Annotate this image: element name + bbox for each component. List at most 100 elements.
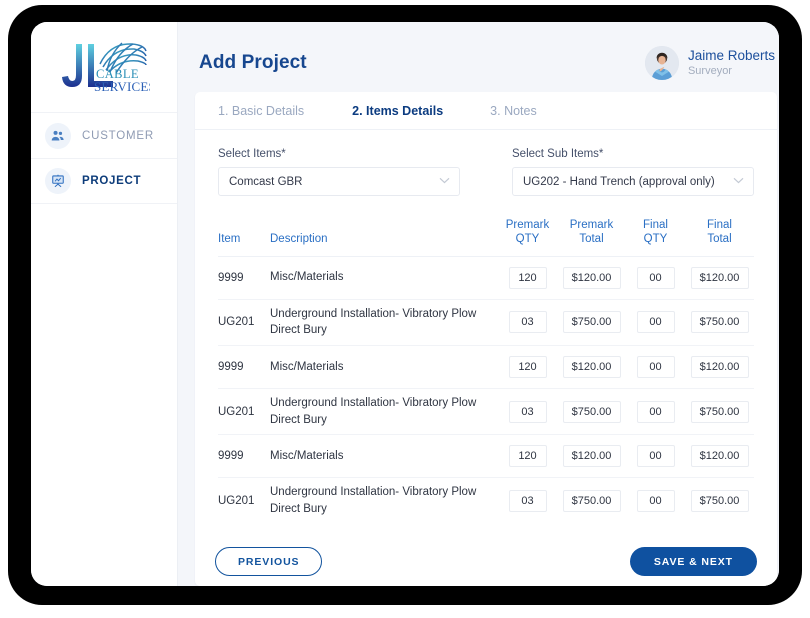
final-total-input[interactable]	[690, 356, 749, 379]
select-sub-items-label: Select Sub Items*	[512, 148, 604, 160]
final-total-input[interactable]	[690, 490, 749, 513]
final-total-input[interactable]	[690, 311, 749, 334]
table-row: 9999 Misc/Materials	[218, 257, 754, 300]
select-items-dropdown[interactable]: Comcast GBR	[218, 167, 460, 196]
table-body: 9999 Misc/Materials UG201 Underground Insta…	[218, 257, 754, 524]
column-header-item: Item	[218, 233, 241, 246]
cell-premark-qty	[498, 445, 557, 468]
cell-premark-qty	[498, 400, 557, 423]
cell-premark-total	[557, 400, 626, 423]
cell-description: Underground Installation- Vibratory Plow…	[270, 307, 477, 337]
premark-qty-input[interactable]	[508, 311, 547, 334]
column-header-premark-qty-line2: QTY	[515, 233, 540, 246]
cell-description: Misc/Materials	[270, 360, 344, 373]
select-sub-items-field: Select Sub Items* UG202 - Hand Trench (a…	[512, 148, 754, 196]
premark-qty-input[interactable]	[508, 266, 547, 289]
final-total-input[interactable]	[690, 266, 749, 289]
cell-item: 9999	[218, 361, 244, 374]
cell-final-total	[685, 445, 754, 468]
cell-description: Misc/Materials	[270, 271, 344, 284]
premark-qty-input[interactable]	[508, 445, 547, 468]
add-project-card: 1. Basic Details 2. Items Details 3. Not…	[195, 92, 777, 586]
cell-premark-qty	[498, 490, 557, 513]
cell-final-qty	[626, 266, 685, 289]
card-footer: PREVIOUS SAVE & NEXT	[195, 524, 777, 584]
chevron-down-icon	[733, 177, 744, 187]
cell-item: UG201	[218, 405, 255, 418]
user-profile[interactable]: Jaime Roberts Surveyor	[644, 46, 775, 80]
cell-description: Misc/Materials	[270, 450, 344, 463]
table-header-row: Item Description Premark QTY Premark Tot…	[218, 202, 754, 257]
app-screen: CABLE SERVICES CUSTOMER PROJECT Add Proj…	[31, 22, 779, 586]
cell-description: Underground Installation- Vibratory Plow…	[270, 397, 477, 426]
cell-final-total	[685, 311, 754, 334]
cell-final-qty	[626, 445, 685, 468]
sidebar-item-label: CUSTOMER	[82, 129, 154, 142]
user-role: Surveyor	[687, 64, 732, 77]
premark-total-input[interactable]	[562, 266, 621, 289]
column-header-premark-total-line1: Premark	[569, 219, 614, 231]
select-sub-items-value: UG202 - Hand Trench (approval only)	[523, 175, 715, 188]
column-header-final-total: Final Total	[685, 218, 754, 247]
premark-qty-input[interactable]	[508, 490, 547, 513]
sidebar: CABLE SERVICES CUSTOMER PROJECT	[31, 22, 178, 586]
previous-button[interactable]: PREVIOUS	[215, 547, 323, 577]
select-items-label: Select Items*	[218, 148, 286, 160]
brand-logo[interactable]: CABLE SERVICES	[31, 22, 177, 112]
table-row: UG201 Underground Installation- Vibratory…	[218, 478, 754, 523]
premark-total-input[interactable]	[562, 400, 621, 423]
users-icon	[45, 122, 71, 149]
items-table: Item Description Premark QTY Premark Tot…	[195, 202, 777, 524]
table-row: 9999 Misc/Materials	[218, 435, 754, 479]
cell-final-qty	[626, 311, 685, 334]
main-content: Add Project Jaime Roberts Surveyor 1. Ba…	[178, 22, 779, 586]
final-qty-input[interactable]	[636, 311, 675, 334]
final-qty-input[interactable]	[636, 400, 675, 423]
premark-qty-input[interactable]	[508, 400, 547, 423]
tab-basic-details[interactable]: 1. Basic Details	[218, 104, 304, 118]
final-qty-input[interactable]	[636, 356, 675, 379]
user-name: Jaime Roberts	[687, 47, 775, 63]
sidebar-item-customer[interactable]: CUSTOMER	[31, 112, 177, 158]
topbar: Add Project Jaime Roberts Surveyor	[195, 34, 777, 92]
cell-final-total	[685, 490, 754, 513]
cell-premark-total	[557, 266, 626, 289]
column-header-description: Description	[270, 233, 328, 246]
cell-premark-total	[557, 490, 626, 513]
cell-final-total	[685, 356, 754, 379]
select-sub-items-dropdown[interactable]: UG202 - Hand Trench (approval only)	[512, 167, 754, 196]
final-qty-input[interactable]	[636, 490, 675, 513]
column-header-final-total-line1: Final	[707, 219, 732, 231]
cell-description: Underground Installation- Vibratory Plow…	[270, 486, 477, 516]
page-title: Add Project	[199, 52, 307, 73]
column-header-premark-qty-line1: Premark	[505, 219, 550, 231]
premark-total-input[interactable]	[562, 356, 621, 379]
sidebar-item-project[interactable]: PROJECT	[31, 158, 177, 204]
cell-premark-qty	[498, 311, 557, 334]
final-qty-input[interactable]	[636, 266, 675, 289]
column-header-premark-total: Premark Total	[557, 218, 626, 247]
final-total-input[interactable]	[690, 445, 749, 468]
cell-item: UG201	[218, 316, 255, 329]
cell-premark-total	[557, 356, 626, 379]
cell-item: 9999	[218, 450, 244, 463]
tab-notes[interactable]: 3. Notes	[490, 104, 537, 118]
cell-final-qty	[626, 400, 685, 423]
column-header-final-qty-line2: QTY	[643, 233, 668, 246]
tab-items-details[interactable]: 2. Items Details	[352, 104, 443, 118]
final-qty-input[interactable]	[636, 445, 675, 468]
premark-qty-input[interactable]	[508, 356, 547, 379]
cell-item: 9999	[218, 271, 244, 284]
svg-text:SERVICES: SERVICES	[94, 79, 150, 94]
column-header-premark-total-line2: Total	[579, 233, 604, 246]
cell-final-qty	[626, 490, 685, 513]
save-and-next-button[interactable]: SAVE & NEXT	[629, 547, 757, 577]
final-total-input[interactable]	[690, 400, 749, 423]
premark-total-input[interactable]	[562, 490, 621, 513]
premark-total-input[interactable]	[562, 311, 621, 334]
presentation-board-icon	[45, 168, 71, 194]
premark-total-input[interactable]	[562, 445, 621, 468]
select-items-field: Select Items* Comcast GBR	[218, 148, 460, 196]
filters-row: Select Items* Comcast GBR Select Sub Ite…	[195, 130, 777, 202]
select-items-value: Comcast GBR	[229, 175, 303, 188]
